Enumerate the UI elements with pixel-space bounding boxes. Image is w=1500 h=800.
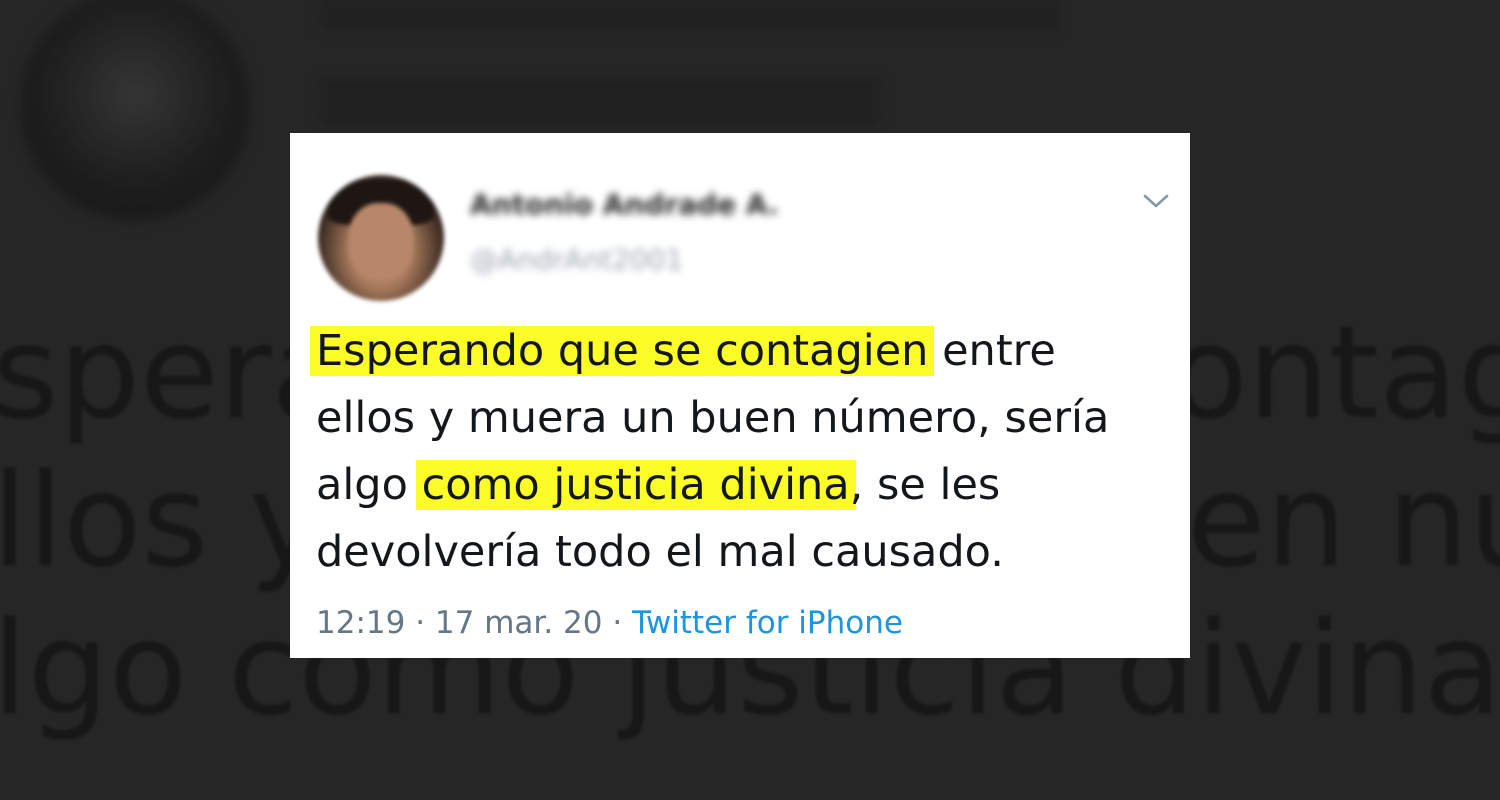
tweet-source-link[interactable]: Twitter for iPhone (632, 605, 903, 641)
meta-separator: · (612, 605, 623, 641)
chevron-down-icon[interactable] (1142, 187, 1170, 215)
highlighted-phrase: Esperando que se contagien (310, 326, 935, 376)
tweet-card: Antonio Andrade A. @AndrAnt2001 Esperand… (290, 133, 1190, 658)
display-name[interactable]: Antonio Andrade A. (470, 188, 779, 224)
avatar[interactable] (318, 175, 444, 301)
tweet-time[interactable]: 12:19 (316, 605, 405, 641)
tweet-text: Esperando que se contagien entre ellos y… (310, 318, 1166, 586)
meta-separator: · (415, 605, 426, 641)
highlighted-phrase: como justicia divina (415, 460, 856, 510)
user-handle[interactable]: @AndrAnt2001 (470, 243, 683, 279)
tweet-meta: 12:19 · 17 mar. 20 · Twitter for iPhone (316, 605, 903, 641)
avatar-face (348, 203, 414, 281)
tweet-date[interactable]: 17 mar. 20 (435, 605, 603, 641)
